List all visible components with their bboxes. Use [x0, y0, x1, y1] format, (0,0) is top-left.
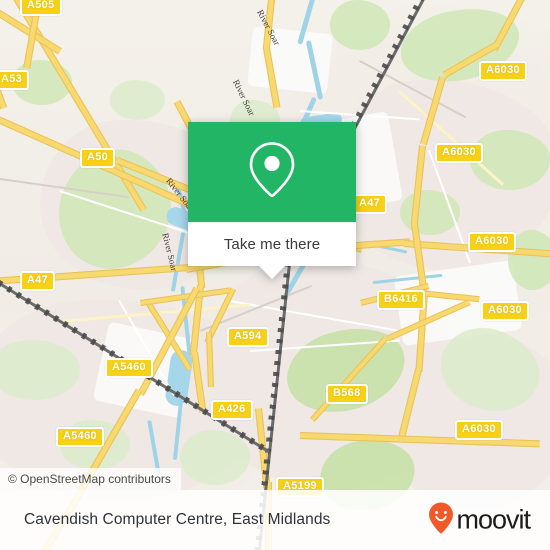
road-shield: A47 [352, 194, 388, 214]
road-shield: A6030 [479, 61, 527, 81]
map-screenshot: River Soar River Soar River Soar River Soar… [0, 0, 550, 550]
popup-pointer-tip [259, 266, 285, 279]
moovit-wordmark: moovit [456, 504, 531, 535]
road-shield: A47 [20, 271, 56, 291]
map-park [330, 0, 390, 50]
map-pin-icon [245, 138, 299, 206]
place-title: Cavendish Computer Centre, East Midlands [24, 511, 331, 528]
road-shield: A6030 [435, 143, 483, 163]
road-shield: A6030 [455, 420, 503, 440]
take-me-there-label: Take me there [223, 235, 321, 253]
road-shield: B6416 [377, 290, 425, 310]
road-shield: A53 [0, 70, 30, 90]
road-shield: A50 [80, 148, 116, 168]
attribution-text: © OpenStreetMap contributors [8, 472, 171, 486]
road-shield: A5460 [56, 427, 104, 447]
road-shield: A6030 [481, 301, 529, 321]
road-shield: A594 [227, 327, 269, 347]
moovit-pin-logo-icon [428, 502, 454, 539]
road-shield: A426 [211, 400, 253, 420]
map-attribution[interactable]: © OpenStreetMap contributors [0, 468, 181, 490]
footer-bar: Cavendish Computer Centre, East Midlands… [0, 490, 550, 550]
popup-icon-panel [188, 122, 356, 222]
moovit-brand[interactable]: moovit [428, 502, 531, 539]
take-me-there-button[interactable]: Take me there [188, 222, 356, 279]
road-shield: B568 [326, 384, 368, 404]
map-park [180, 430, 250, 485]
road-shield: A505 [20, 0, 62, 16]
location-popup-card[interactable]: Take me there [188, 122, 356, 279]
road-shield: A6030 [468, 232, 516, 252]
map-park [110, 80, 165, 120]
road-shield: A5460 [105, 358, 153, 378]
